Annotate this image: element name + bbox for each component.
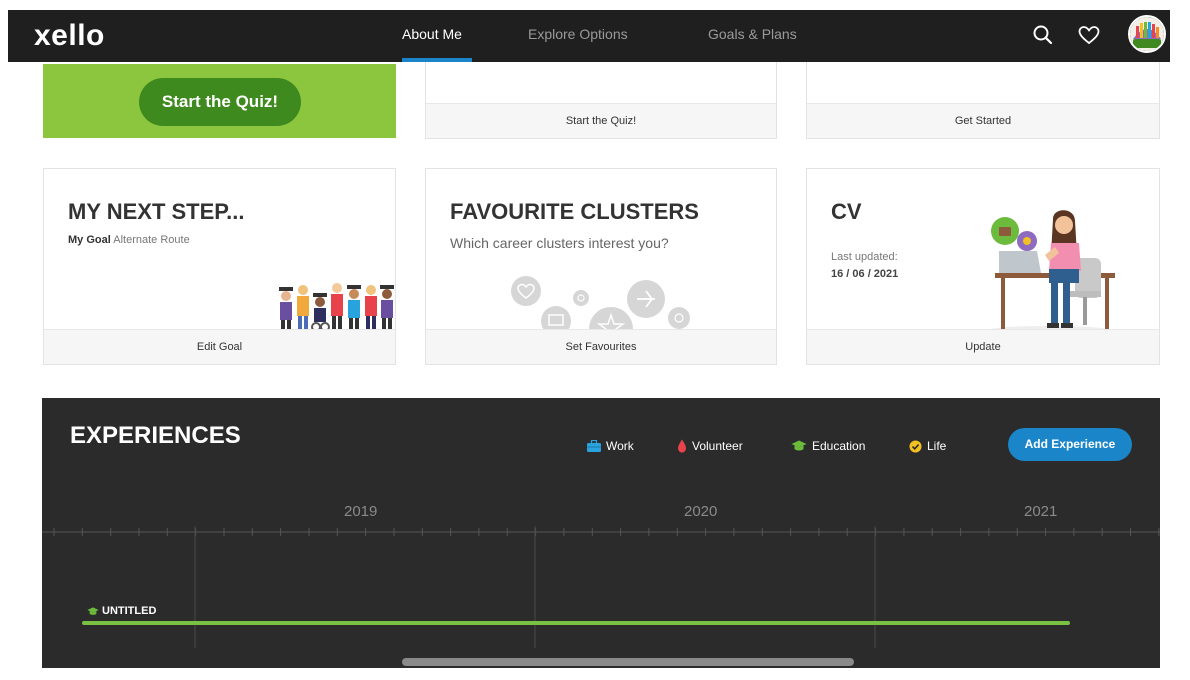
experience-item[interactable]: UNTITLED: [87, 605, 156, 617]
favourite-clusters-card: FAVOURITE CLUSTERS Which career clusters…: [425, 168, 777, 365]
edit-goal-button[interactable]: Edit Goal: [44, 329, 395, 364]
graduates-illustration: [279, 283, 394, 332]
goal-line: My Goal Alternate Route: [68, 234, 190, 246]
experience-item-label: UNTITLED: [102, 605, 157, 617]
card-title: CV: [831, 199, 862, 224]
goal-label: My Goal: [68, 234, 111, 246]
graduation-cap-icon: [87, 606, 99, 615]
legend-label: Education: [812, 439, 866, 453]
hand-icon: [678, 439, 686, 453]
quiz-card: Start the Quiz!: [43, 64, 396, 138]
set-favourites-button[interactable]: Set Favourites: [426, 329, 776, 364]
goal-value: Alternate Route: [113, 234, 190, 246]
cv-card: CV Last updated: 16 / 06 / 2021 Update: [806, 168, 1160, 365]
person-at-desk-illustration: [989, 210, 1115, 333]
timeline-horizontal-scrollbar[interactable]: [402, 658, 854, 666]
start-quiz-link[interactable]: Start the Quiz!: [426, 103, 776, 138]
experiences-timeline: EXPERIENCES Work Volunteer Education Lif…: [42, 398, 1160, 668]
check-circle-icon: [909, 440, 922, 452]
legend-work: Work: [587, 439, 634, 453]
last-updated-date: 16 / 06 / 2021: [831, 268, 899, 280]
graduation-cap-icon: [791, 440, 807, 451]
tab-about-me[interactable]: About Me: [402, 26, 462, 42]
experiences-title: EXPERIENCES: [70, 422, 241, 449]
legend-label: Volunteer: [692, 439, 743, 453]
legend-life: Life: [909, 439, 946, 453]
experience-bar[interactable]: [82, 621, 1070, 625]
quiz-info-card: Start the Quiz!: [425, 62, 777, 139]
briefcase-icon: [587, 440, 601, 452]
start-quiz-button[interactable]: Start the Quiz!: [139, 78, 301, 126]
heart-icon[interactable]: [1076, 22, 1102, 48]
top-navigation: xello About Me Explore Options Goals & P…: [8, 10, 1170, 62]
update-cv-button[interactable]: Update: [807, 329, 1159, 364]
card-title: FAVOURITE CLUSTERS: [450, 199, 699, 224]
add-experience-button[interactable]: Add Experience: [1008, 428, 1132, 461]
tab-goals-plans[interactable]: Goals & Plans: [708, 26, 797, 42]
card-title: MY NEXT STEP...: [68, 199, 245, 224]
tab-explore-options[interactable]: Explore Options: [528, 26, 628, 42]
user-avatar[interactable]: [1128, 15, 1166, 53]
card-subtitle: Which career clusters interest you?: [450, 235, 669, 251]
legend-volunteer: Volunteer: [677, 439, 743, 453]
get-started-card: Get Started: [806, 62, 1160, 139]
my-next-step-card: MY NEXT STEP... My Goal Alternate Route …: [43, 168, 396, 365]
legend-education: Education: [791, 439, 865, 453]
get-started-link[interactable]: Get Started: [807, 103, 1159, 138]
timeline-axis: [42, 526, 1160, 648]
cluster-bubbles-illustration: [511, 276, 690, 333]
legend-label: Life: [927, 439, 947, 453]
xello-logo[interactable]: xello: [34, 19, 105, 53]
search-icon[interactable]: [1030, 22, 1056, 48]
legend-label: Work: [606, 439, 634, 453]
last-updated-label: Last updated:: [831, 251, 898, 263]
